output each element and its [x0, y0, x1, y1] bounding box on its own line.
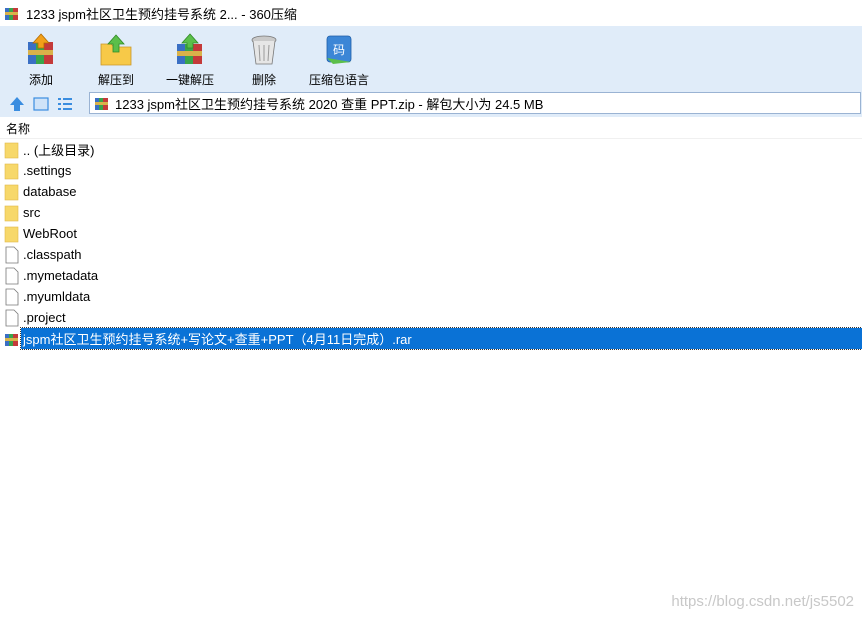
watermark: https://blog.csdn.net/js5502: [671, 593, 854, 610]
file-icon: [5, 267, 19, 284]
file-list: .. (上级目录) .settings database src WebRoot…: [0, 139, 862, 350]
one-click-extract-button[interactable]: 一键解压: [150, 26, 230, 90]
one-click-extract-icon: [177, 33, 202, 64]
list-item[interactable]: .classpath: [0, 244, 862, 265]
archive-language-icon: 码: [326, 35, 352, 64]
list-item[interactable]: WebRoot: [0, 223, 862, 244]
toolbar: 添加 解压到 一键解压 删除 码 压缩包语言: [0, 26, 862, 90]
list-item-parent-dir[interactable]: .. (上级目录): [0, 139, 862, 160]
list-item-name: jspm社区卫生预约挂号系统+写论文+查重+PPT（4月11日完成）.rar: [20, 327, 862, 350]
list-item-name: .classpath: [23, 247, 82, 262]
add-archive-icon: [28, 33, 53, 64]
list-item[interactable]: database: [0, 181, 862, 202]
extract-to-folder-icon: [100, 34, 132, 66]
archive-language-button[interactable]: 码 压缩包语言: [298, 26, 380, 90]
thumbnail-view-button[interactable]: [32, 95, 50, 113]
list-item-name: .settings: [23, 163, 72, 178]
add-button-label: 添加: [28, 73, 53, 87]
list-item-name: .myumldata: [23, 289, 91, 304]
list-item-name: .project: [23, 310, 66, 325]
list-item[interactable]: src: [0, 202, 862, 223]
column-header-label: 名称: [6, 121, 31, 136]
delete-button-label: 删除: [251, 73, 276, 87]
list-item[interactable]: .myumldata: [0, 286, 862, 307]
folder-icon: [4, 142, 19, 158]
folder-icon: [4, 226, 19, 242]
list-item[interactable]: .settings: [0, 160, 862, 181]
list-view-icon: [58, 97, 72, 110]
rar-archive-icon: [5, 333, 18, 346]
column-header-name[interactable]: 名称: [0, 118, 862, 139]
list-item-name: .. (上级目录): [23, 143, 95, 158]
list-item[interactable]: .mymetadata: [0, 265, 862, 286]
file-icon: [5, 309, 19, 326]
add-button[interactable]: 添加: [0, 26, 82, 90]
one-click-extract-button-label: 一键解压: [165, 73, 214, 87]
list-item-name: database: [23, 184, 77, 199]
svg-text:码: 码: [333, 43, 345, 57]
address-field[interactable]: 1233 jspm社区卫生预约挂号系统 2020 查重 PPT.zip - 解包…: [89, 92, 861, 114]
zip-archive-icon: [95, 98, 108, 110]
list-item-name: .mymetadata: [23, 268, 99, 283]
extract-to-button-label: 解压到: [97, 73, 134, 87]
folder-icon: [4, 163, 19, 179]
trash-can-icon: [251, 35, 277, 65]
list-item-selected[interactable]: jspm社区卫生预约挂号系统+写论文+查重+PPT（4月11日完成）.rar: [0, 327, 862, 350]
app-icon: [5, 8, 18, 20]
file-icon: [5, 246, 19, 263]
up-folder-button[interactable]: [8, 95, 26, 113]
up-arrow-icon: [10, 96, 24, 111]
address-bar: 1233 jspm社区卫生预约挂号系统 2020 查重 PPT.zip - 解包…: [0, 90, 862, 117]
list-item-name: WebRoot: [23, 226, 77, 241]
file-icon: [5, 288, 19, 305]
extract-to-button[interactable]: 解压到: [82, 26, 150, 90]
archive-language-button-label: 压缩包语言: [308, 73, 369, 87]
thumbnail-view-icon: [33, 96, 49, 111]
folder-icon: [4, 205, 19, 221]
list-item[interactable]: .project: [0, 307, 862, 328]
folder-icon: [4, 184, 19, 200]
list-item-name: src: [23, 205, 41, 220]
archive-path: 1233 jspm社区卫生预约挂号系统 2020 查重 PPT.zip - 解包…: [115, 96, 544, 112]
title-bar: 1233 jspm社区卫生预约挂号系统 2... - 360压缩: [0, 0, 862, 26]
delete-button[interactable]: 删除: [230, 26, 298, 90]
window-title: 1233 jspm社区卫生预约挂号系统 2... - 360压缩: [26, 6, 297, 22]
list-view-button[interactable]: [56, 95, 74, 113]
